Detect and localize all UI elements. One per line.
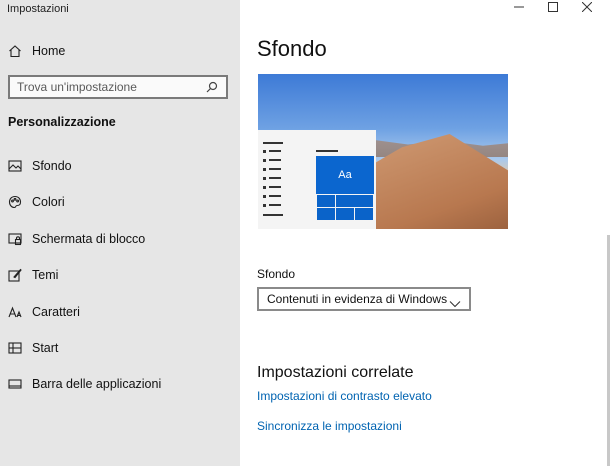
taskbar-icon [8, 377, 22, 391]
picture-icon [8, 159, 22, 173]
high-contrast-link[interactable]: Impostazioni di contrasto elevato [257, 389, 432, 403]
sidebar-item-home[interactable]: Home [0, 36, 240, 66]
sidebar-item-label: Caratteri [32, 305, 80, 319]
sidebar-item-label: Colori [32, 195, 65, 209]
preview-mock-title [316, 150, 338, 152]
start-icon [8, 341, 22, 355]
preview-tiles: Aa [316, 156, 374, 221]
sync-settings-link[interactable]: Sincronizza le impostazioni [257, 419, 402, 433]
chevron-down-icon [449, 295, 461, 308]
sidebar-item-barra-delle-applicazioni[interactable]: Barra delle applicazioni [0, 369, 240, 399]
sidebar-item-label: Start [32, 341, 59, 355]
font-icon [8, 305, 22, 319]
palette-icon [8, 195, 22, 209]
sidebar-item-label: Home [32, 44, 66, 58]
sidebar-item-label: Sfondo [32, 159, 72, 173]
background-preview: Aa [258, 74, 508, 229]
background-label: Sfondo [257, 267, 296, 281]
home-icon [8, 44, 22, 58]
minimize-icon [514, 0, 524, 17]
sidebar-item-caratteri[interactable]: Caratteri [0, 297, 240, 327]
close-button[interactable] [572, 0, 602, 16]
sidebar-item-sfondo[interactable]: Sfondo [0, 151, 240, 181]
preview-tile-grid [316, 194, 374, 221]
maximize-button[interactable] [538, 0, 568, 16]
page-title: Sfondo [257, 36, 327, 61]
search-box[interactable] [8, 75, 228, 99]
related-settings-heading: Impostazioni correlate [257, 364, 414, 381]
sidebar-item-schermata-di-blocco[interactable]: Schermata di blocco [0, 224, 240, 254]
sidebar-item-label: Temi [32, 268, 59, 282]
sidebar-item-temi[interactable]: Temi [0, 260, 240, 290]
search-input[interactable] [10, 77, 206, 97]
sidebar-item-label: Barra delle applicazioni [32, 377, 162, 391]
minimize-button[interactable] [504, 0, 534, 16]
preview-tile-large: Aa [316, 156, 374, 194]
sidebar-item-label: Schermata di blocco [32, 232, 146, 246]
maximize-icon [548, 0, 558, 17]
lock-screen-icon [8, 232, 22, 246]
section-heading: Personalizzazione [8, 115, 116, 129]
background-dropdown-value: Contenuti in evidenza di Windows [267, 292, 448, 306]
theme-brush-icon [8, 268, 22, 282]
sidebar: Impostazioni Home Personalizzazione Sfon… [0, 0, 240, 466]
main-content: Sfondo Aa Sfondo Contenuti in evidenza d… [240, 0, 610, 466]
search-icon[interactable] [206, 80, 220, 94]
sidebar-item-start[interactable]: Start [0, 333, 240, 363]
preview-mock-sidebar [263, 142, 285, 224]
close-icon [581, 0, 593, 17]
background-dropdown[interactable]: Contenuti in evidenza di Windows [257, 287, 471, 311]
preview-mock-window: Aa [258, 130, 376, 229]
sidebar-item-colori[interactable]: Colori [0, 187, 240, 217]
window-title: Impostazioni [7, 3, 69, 15]
